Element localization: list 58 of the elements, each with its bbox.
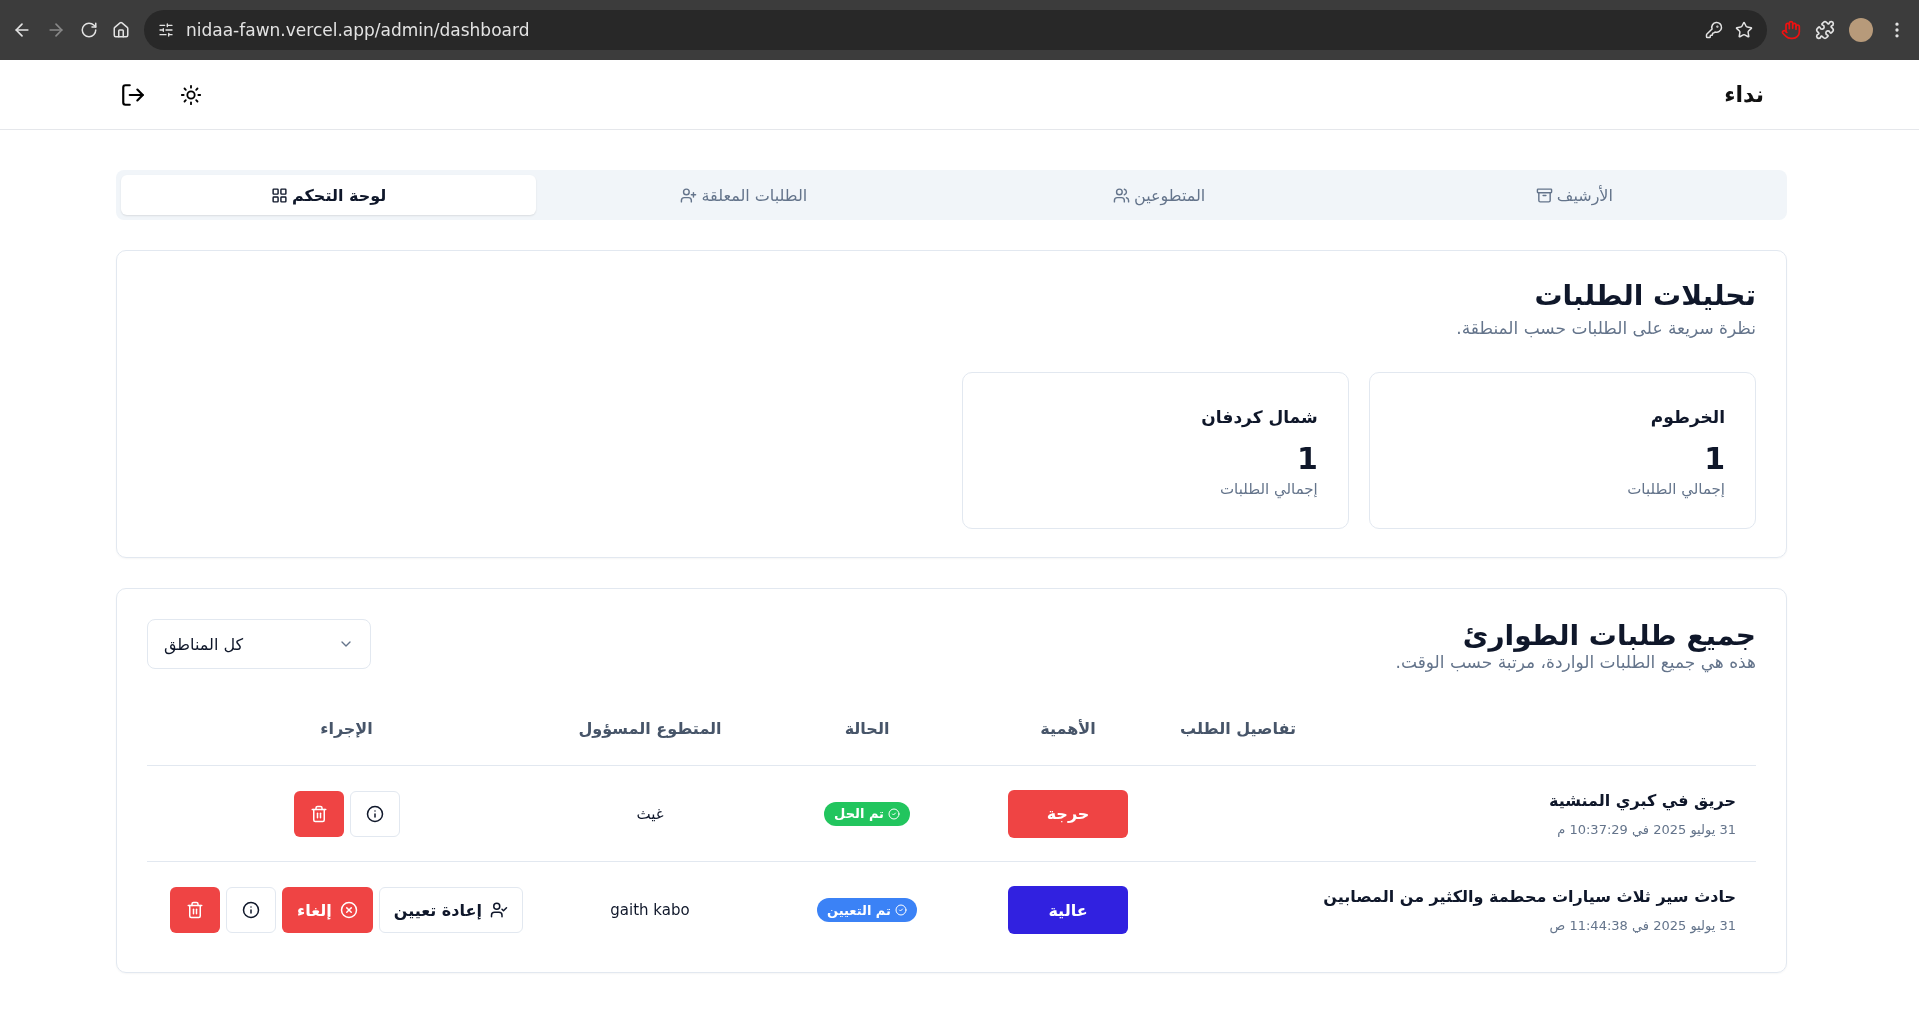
star-icon[interactable] xyxy=(1735,21,1753,39)
region-count: 1 xyxy=(1703,441,1725,476)
request-title: حريق في كبري المنشية xyxy=(1548,790,1736,810)
region-select[interactable]: كل المناطق xyxy=(147,619,371,669)
request-time: 31 يوليو 2025 في 10:37:29 م xyxy=(1556,821,1736,837)
user-check-icon xyxy=(489,901,508,919)
key-icon[interactable] xyxy=(1705,21,1723,39)
region-name: شمال كردفان xyxy=(1200,407,1318,427)
column-header: الإجراء xyxy=(319,719,374,738)
avatar[interactable] xyxy=(1849,18,1873,42)
column-header: الحالة xyxy=(843,719,891,738)
sun-icon[interactable] xyxy=(180,83,202,106)
region-count: 1 xyxy=(1295,441,1318,476)
column-header: تفاصيل الطلب xyxy=(1179,719,1297,738)
info-icon xyxy=(365,804,384,823)
info-button[interactable] xyxy=(349,790,400,837)
priority-label: عالية xyxy=(1008,886,1128,934)
priority-label: حرجة xyxy=(1008,789,1128,838)
reassign-button[interactable]: إعادة تعيين xyxy=(378,887,523,933)
address-bar[interactable]: nidaa-fawn.vercel.app/admin/dashboard xyxy=(144,10,1767,50)
volunteer-name: غيث xyxy=(636,804,664,823)
status-badge: تم التعيين xyxy=(817,898,917,922)
request-time: 31 يوليو 2025 في 11:44:38 ص xyxy=(1548,918,1736,933)
extensions-icon[interactable] xyxy=(1815,20,1835,40)
card-title: تحليلات الطلبات xyxy=(1533,279,1756,312)
site-settings-icon[interactable] xyxy=(158,22,174,38)
cancel-button[interactable]: إلغاء xyxy=(282,887,373,933)
trash-icon xyxy=(186,901,205,919)
brand-name: نداء xyxy=(1724,82,1764,107)
volunteer-name: gaith kabo xyxy=(610,901,690,919)
tab[interactable]: لوحة التحكم xyxy=(121,175,537,215)
card-title: جميع طلبات الطوارئ xyxy=(1461,619,1756,652)
region-caption: إجمالي الطلبات xyxy=(1626,480,1725,498)
region-name: الخرطوم xyxy=(1649,407,1725,427)
tab[interactable]: الأرشيف xyxy=(1366,175,1782,215)
archive-icon xyxy=(1535,186,1553,204)
card-subtitle: هذه هي جميع الطلبات الواردة، مرتبة حسب الوقت. xyxy=(1395,652,1756,672)
tab[interactable]: الطلبات المعلقة xyxy=(536,175,952,215)
logout-icon[interactable] xyxy=(120,81,146,108)
info-button[interactable] xyxy=(226,887,277,933)
request-title: حادث سير ثلاث سيارات محطمة والكثير من المصابين xyxy=(1322,887,1736,906)
column-header: الأهمية xyxy=(1039,719,1097,738)
reload-icon[interactable] xyxy=(80,21,98,39)
delete-button[interactable] xyxy=(293,790,344,837)
region-caption: إجمالي الطلبات xyxy=(1219,480,1318,498)
info-icon xyxy=(242,901,261,919)
hand-icon[interactable] xyxy=(1781,20,1801,40)
column-header: المتطوع المسؤول xyxy=(577,719,723,738)
user-plus-icon xyxy=(680,186,698,204)
tab[interactable]: المتطوعين xyxy=(951,175,1367,215)
card-subtitle: نظرة سريعة على الطلبات حسب المنطقة. xyxy=(1455,318,1756,338)
home-icon[interactable] xyxy=(112,21,130,39)
delete-button[interactable] xyxy=(170,887,221,933)
status-badge: تم الحل xyxy=(824,801,910,826)
grid-icon xyxy=(271,186,288,204)
users-icon xyxy=(1112,186,1130,204)
circle-x-icon xyxy=(339,901,358,919)
trash-icon xyxy=(309,804,328,823)
